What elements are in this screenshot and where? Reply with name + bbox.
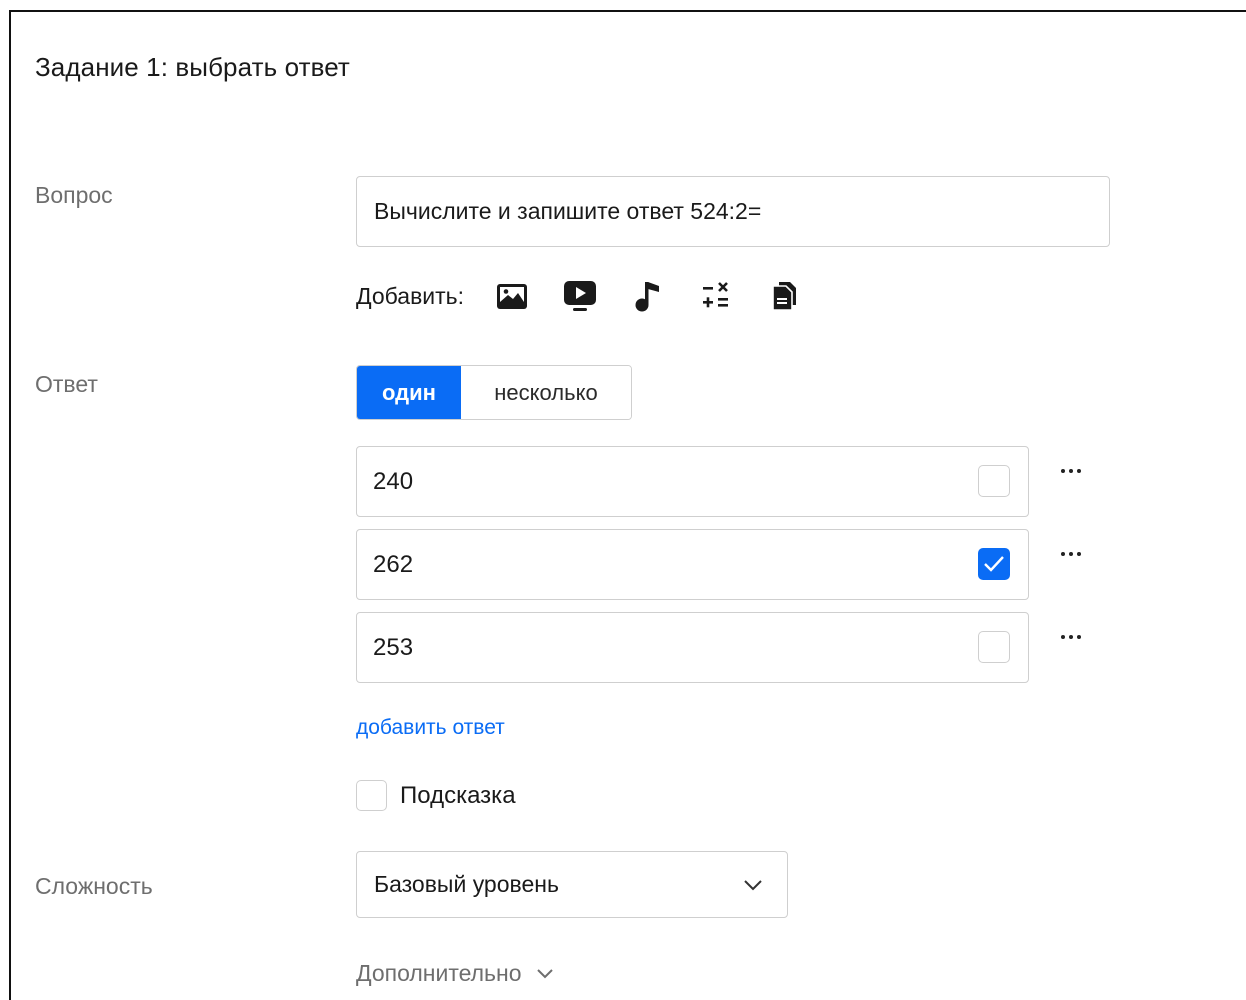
- correct-answer-checkbox[interactable]: [978, 465, 1010, 497]
- chevron-down-icon: [743, 879, 763, 891]
- answer-label: Ответ: [35, 371, 98, 397]
- math-operations-icon[interactable]: [698, 278, 734, 314]
- add-media-toolbar: Добавить:: [356, 276, 834, 316]
- task-title: Задание 1: выбрать ответ: [35, 52, 350, 82]
- chevron-down-icon: [536, 968, 554, 979]
- video-icon[interactable]: [562, 278, 598, 314]
- mode-multiple-button[interactable]: несколько: [461, 366, 631, 419]
- difficulty-value: Базовый уровень: [374, 871, 559, 897]
- answer-value: 240: [373, 467, 414, 495]
- checkmark-icon: [984, 556, 1004, 572]
- question-text: Вычислите и запишите ответ 524:2=: [374, 198, 762, 224]
- hint-checkbox[interactable]: [356, 780, 387, 811]
- add-media-label: Добавить:: [356, 282, 465, 309]
- document-icon[interactable]: [766, 278, 802, 314]
- extra-label: Дополнительно: [356, 960, 522, 986]
- question-input[interactable]: Вычислите и запишите ответ 524:2=: [356, 176, 1110, 247]
- add-answer-link[interactable]: добавить ответ: [356, 716, 505, 740]
- answer-value: 253: [373, 633, 414, 661]
- more-options-icon[interactable]: [1056, 464, 1086, 478]
- difficulty-label: Сложность: [35, 873, 153, 899]
- answer-input[interactable]: 253: [356, 612, 1029, 683]
- more-options-icon[interactable]: [1056, 630, 1086, 644]
- question-label: Вопрос: [35, 182, 113, 208]
- answer-mode-toggle: один несколько: [356, 365, 632, 420]
- correct-answer-checkbox[interactable]: [978, 631, 1010, 663]
- extra-settings-toggle[interactable]: Дополнительно: [356, 960, 554, 987]
- answer-input[interactable]: 262: [356, 529, 1029, 600]
- answer-value: 262: [373, 550, 414, 578]
- hint-row: Подсказка: [356, 780, 516, 811]
- answer-option: 262: [356, 529, 1081, 600]
- hint-label: Подсказка: [400, 781, 516, 809]
- correct-answer-checkbox[interactable]: [978, 548, 1010, 580]
- music-note-icon[interactable]: [630, 278, 666, 314]
- answer-option: 240: [356, 446, 1081, 517]
- more-options-icon[interactable]: [1056, 547, 1086, 561]
- image-icon[interactable]: [494, 278, 530, 314]
- answer-option: 253: [356, 612, 1081, 683]
- difficulty-select[interactable]: Базовый уровень: [356, 851, 788, 918]
- mode-single-button[interactable]: один: [357, 366, 461, 419]
- answer-input[interactable]: 240: [356, 446, 1029, 517]
